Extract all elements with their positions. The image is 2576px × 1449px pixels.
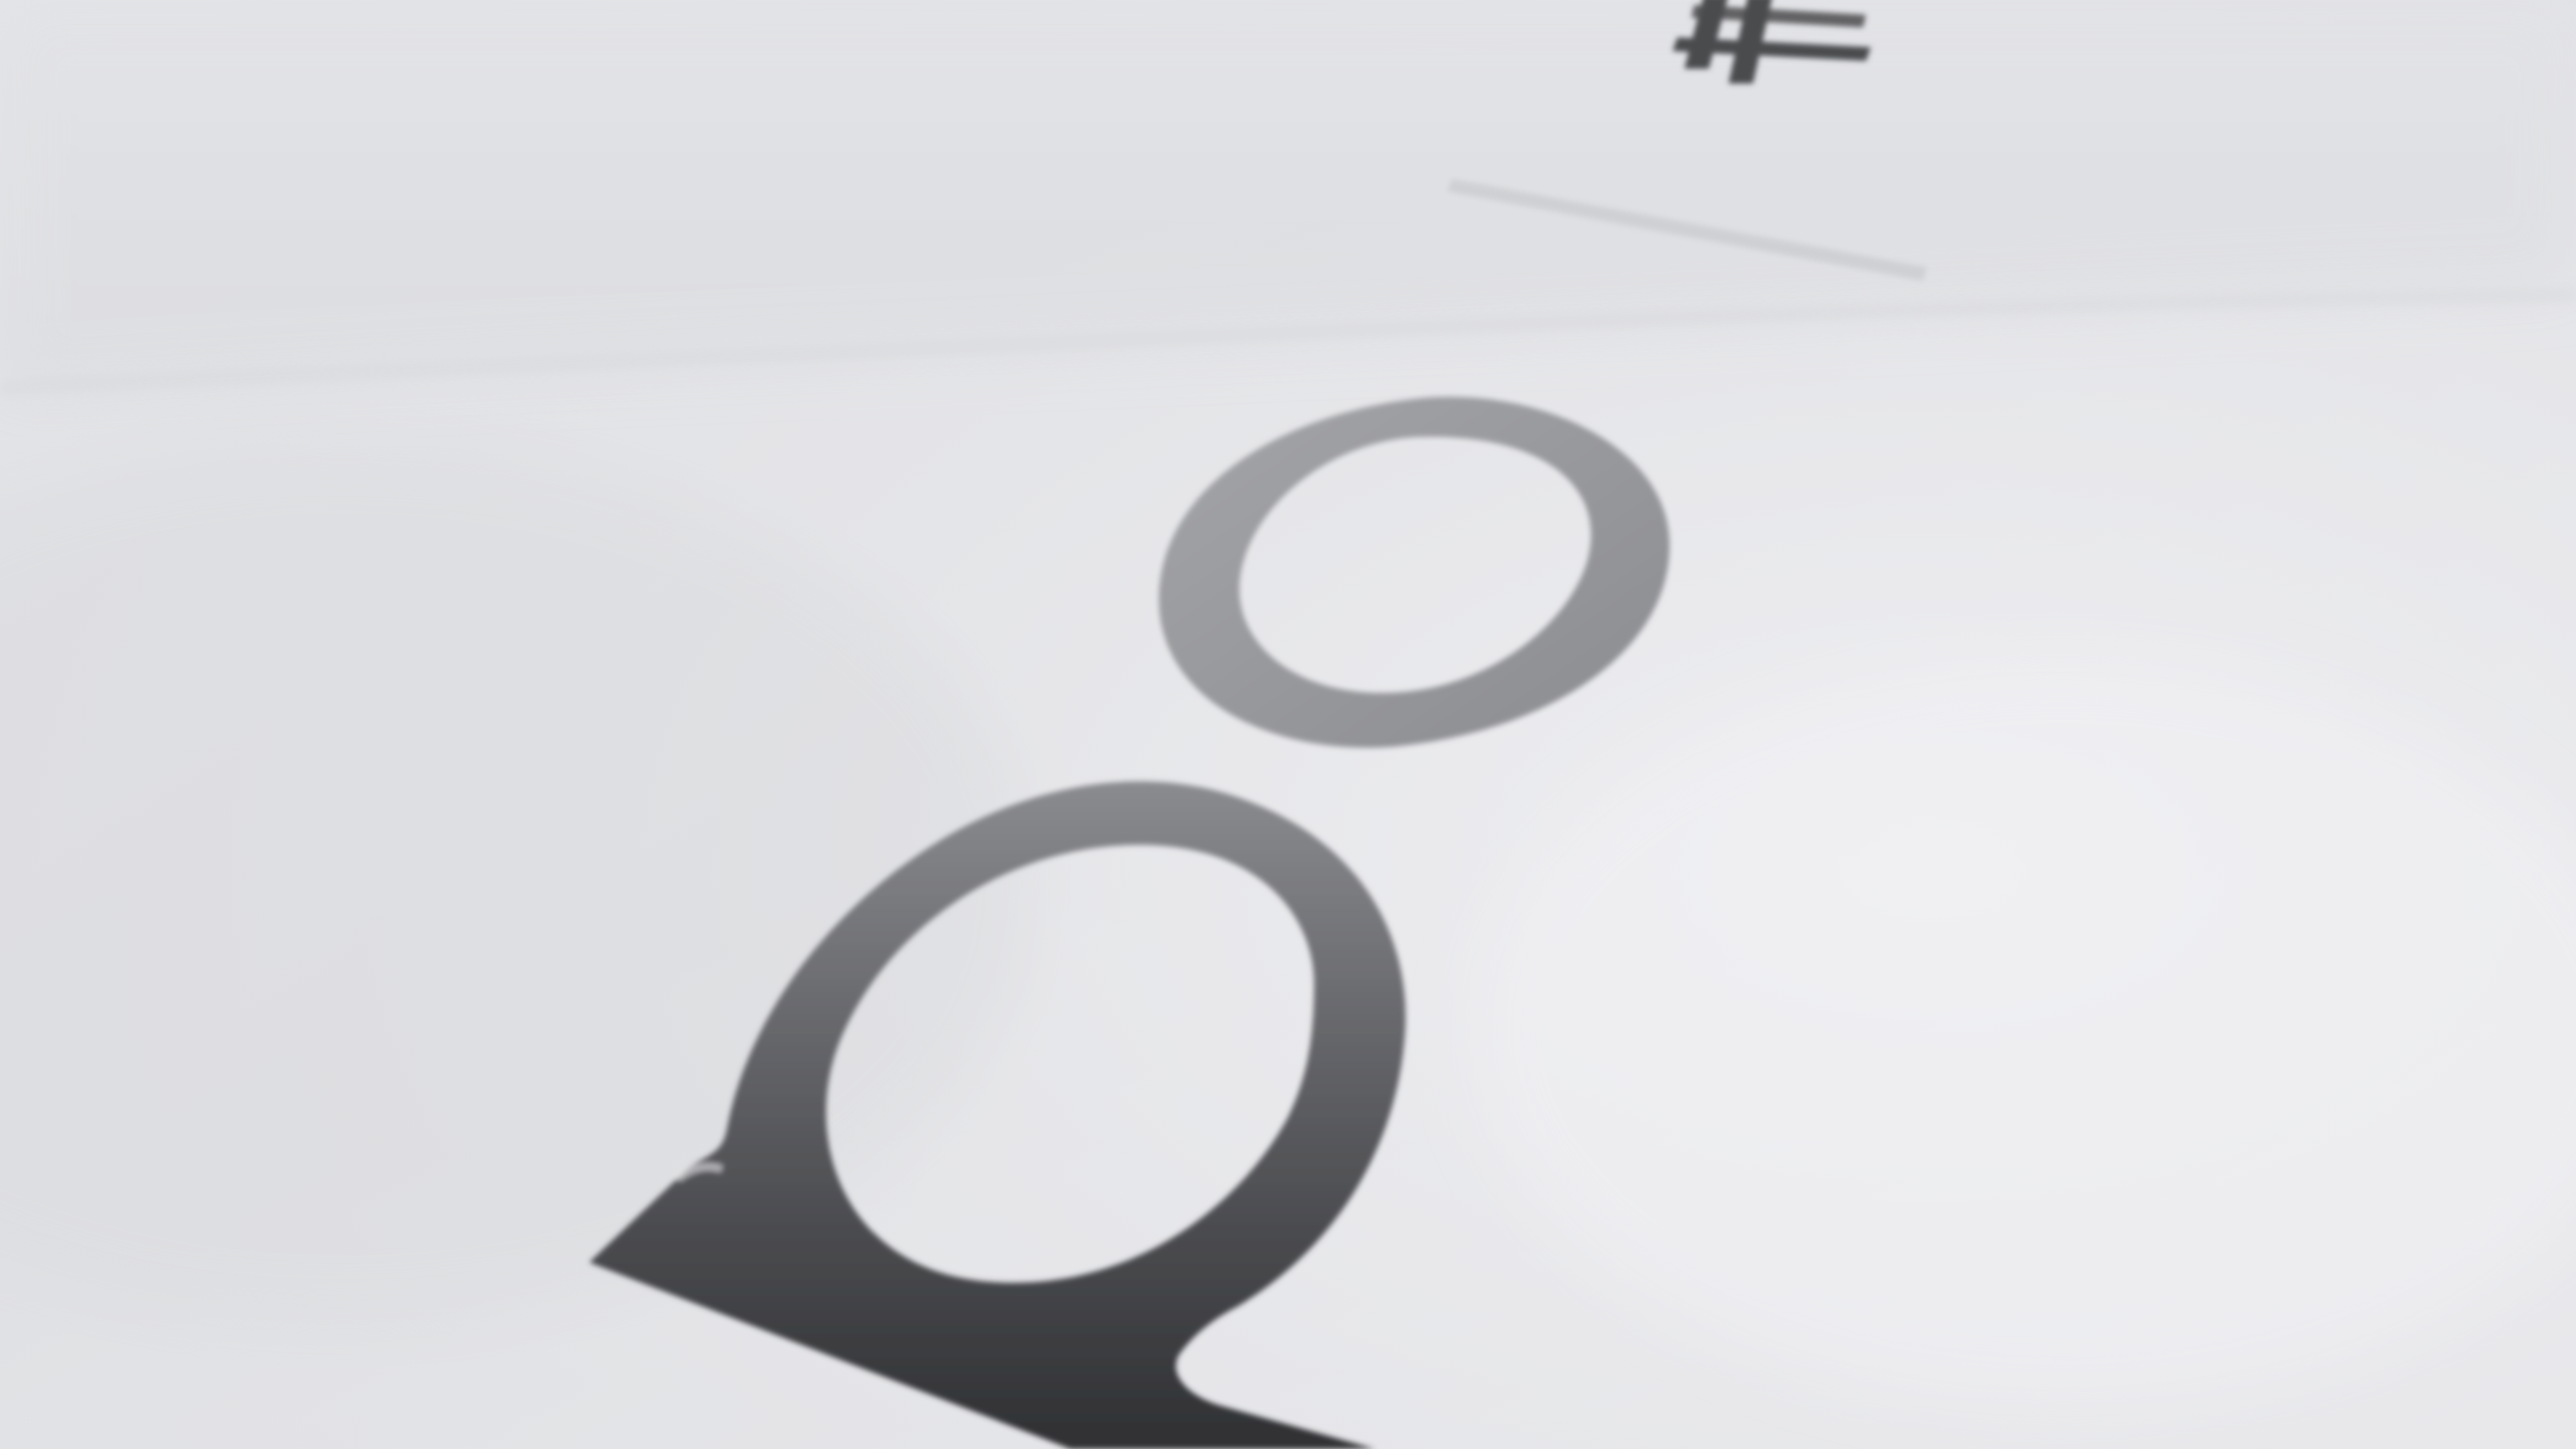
photo-canvas (0, 0, 2576, 1449)
photo-scene (0, 0, 2576, 1449)
